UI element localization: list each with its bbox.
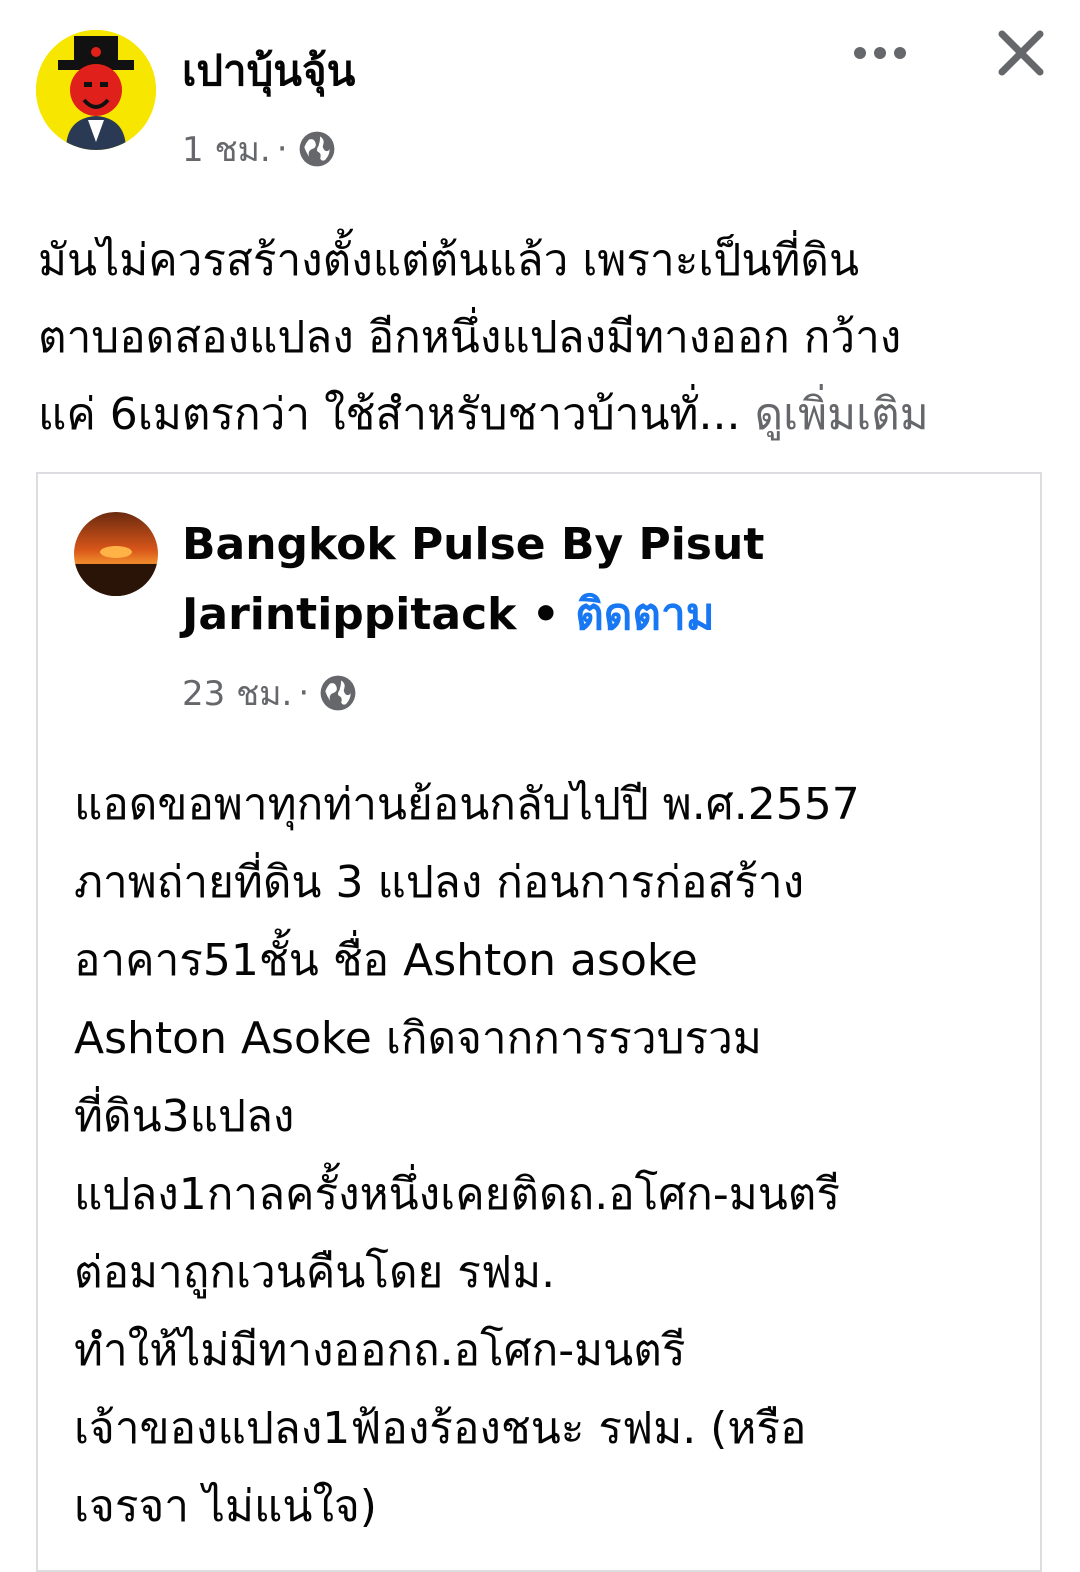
globe-icon[interactable] bbox=[298, 130, 336, 168]
author-name[interactable]: เปาบุ้นจุ้น bbox=[182, 38, 355, 104]
shared-page-name: Bangkok Pulse By Pisut Jarintippitack • … bbox=[182, 510, 942, 650]
shared-text-line: แปลง1กาลครั้งหนึ่งเคยติดถ.อโศก-มนตรี bbox=[74, 1169, 840, 1220]
shared-post-time[interactable]: 23 ชม. bbox=[182, 666, 292, 720]
post-text-line: มันไม่ควรสร้างตั้งแต่ต้นแล้ว เพราะเป็นที… bbox=[38, 235, 860, 286]
post-header: เปาบุ้นจุ้น 1 ชม. · bbox=[0, 0, 1080, 180]
shared-text-line: ภาพถ่ายที่ดิน 3 แปลง ก่อนการก่อสร้าง bbox=[74, 857, 805, 908]
close-button[interactable] bbox=[990, 22, 1052, 84]
close-icon bbox=[998, 30, 1044, 76]
post-text-truncated: แค่ 6เมตรกว่า ใช้สำหรับชาวบ้านทั่... bbox=[38, 389, 741, 440]
author-avatar[interactable] bbox=[36, 30, 156, 150]
see-more-link[interactable]: ดูเพิ่มเติม bbox=[755, 389, 929, 440]
shared-text-line: เจ้าของแปลง1ฟ้องร้องชนะ รฟม. (หรือ bbox=[74, 1403, 807, 1454]
author-avatar-image bbox=[36, 30, 156, 150]
more-options-button[interactable] bbox=[846, 26, 918, 80]
shared-text-line: ต่อมาถูกเวนคืนโดย รฟม. bbox=[74, 1247, 556, 1298]
shared-post-text: แอดขอพาทุกท่านย้อนกลับไปปี พ.ศ.2557 ภาพถ… bbox=[74, 766, 1034, 1546]
follow-button[interactable]: ติดตาม bbox=[575, 589, 714, 640]
post-text-line: แค่ 6เมตรกว่า ใช้สำหรับชาวบ้านทั่... ดูเ… bbox=[38, 376, 1048, 453]
shared-page-avatar[interactable] bbox=[74, 512, 158, 596]
more-horizontal-icon bbox=[854, 47, 906, 59]
post-time[interactable]: 1 ชม. bbox=[182, 122, 271, 176]
shared-text-line: ที่ดิน3แปลง bbox=[74, 1091, 295, 1142]
meta-separator: · bbox=[276, 129, 288, 169]
shared-text-line: เจรจา ไม่แน่ใจ) bbox=[74, 1481, 377, 1532]
shared-post-card[interactable]: Bangkok Pulse By Pisut Jarintippitack • … bbox=[36, 472, 1042, 1572]
shared-page-name-line1[interactable]: Bangkok Pulse By Pisut bbox=[182, 519, 764, 570]
globe-icon[interactable] bbox=[319, 674, 357, 712]
shared-text-line: ทำให้ไม่มีทางออกถ.อโศก-มนตรี bbox=[74, 1325, 686, 1376]
shared-page-name-line2[interactable]: Jarintippitack bbox=[182, 589, 516, 640]
name-bullet: • bbox=[531, 589, 560, 640]
shared-text-line: แอดขอพาทุกท่านย้อนกลับไปปี พ.ศ.2557 bbox=[74, 779, 860, 830]
shared-post-meta: 23 ชม. · bbox=[182, 666, 357, 720]
shared-text-line: Ashton Asoke เกิดจากการรวบรวม bbox=[74, 1013, 762, 1064]
post-text: มันไม่ควรสร้างตั้งแต่ต้นแล้ว เพราะเป็นที… bbox=[38, 222, 1048, 453]
meta-separator: · bbox=[298, 673, 310, 713]
post-meta: 1 ชม. · bbox=[182, 122, 336, 176]
post-text-line: ตาบอดสองแปลง อีกหนึ่งแปลงมีทางออก กว้าง bbox=[38, 312, 902, 363]
sunset-avatar-image bbox=[74, 512, 158, 596]
shared-text-line: อาคาร51ชั้น ชื่อ Ashton asoke bbox=[74, 935, 698, 986]
